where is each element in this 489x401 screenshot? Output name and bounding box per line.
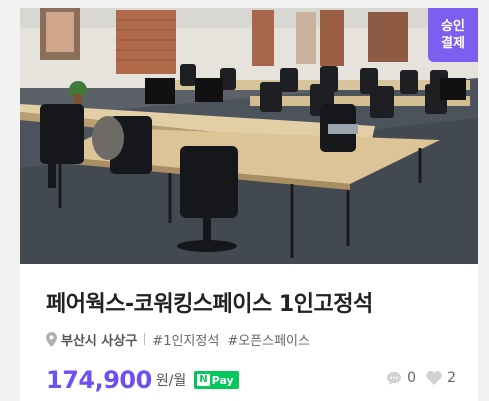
price-unit: 원/월: [155, 373, 187, 389]
like-count: 2: [447, 370, 456, 386]
pay-label: Pay: [211, 373, 234, 387]
coworking-office-photo: [20, 8, 478, 264]
location-text: 부산시 사상구: [61, 333, 138, 349]
like-stat[interactable]: 2: [426, 370, 456, 386]
badge-line-2: 결제: [441, 36, 465, 51]
tag-fixed-seat[interactable]: #1인지정석: [152, 330, 219, 349]
listing-meta: 부산시 사상구 #1인지정석 #오픈스페이스: [46, 330, 318, 349]
meta-divider: [144, 333, 146, 345]
heart-icon: [426, 371, 442, 385]
speech-bubble-icon: [387, 371, 402, 385]
listing-stats: 0 2: [376, 370, 456, 386]
naver-n-icon: N: [197, 374, 210, 386]
badge-line-1: 승인: [441, 19, 465, 34]
comment-count: 0: [407, 370, 417, 386]
price-amount: 174,900: [46, 366, 152, 394]
price-row: 174,900 원/월 N Pay: [46, 366, 239, 394]
approval-payment-badge: 승인 결제: [428, 8, 478, 62]
naver-pay-badge: N Pay: [194, 371, 239, 389]
listing-photo[interactable]: 승인 결제: [20, 8, 478, 264]
tag-open-space[interactable]: #오픈스페이스: [227, 330, 310, 349]
map-pin-icon: [46, 331, 57, 347]
listing-title[interactable]: 페어웍스-코워킹스페이스 1인고정석: [46, 286, 373, 318]
listing-card[interactable]: 승인 결제 페어웍스-코워킹스페이스 1인고정석 부산시 사상구 #1인지정석 …: [20, 8, 478, 401]
comment-stat[interactable]: 0: [386, 370, 416, 386]
